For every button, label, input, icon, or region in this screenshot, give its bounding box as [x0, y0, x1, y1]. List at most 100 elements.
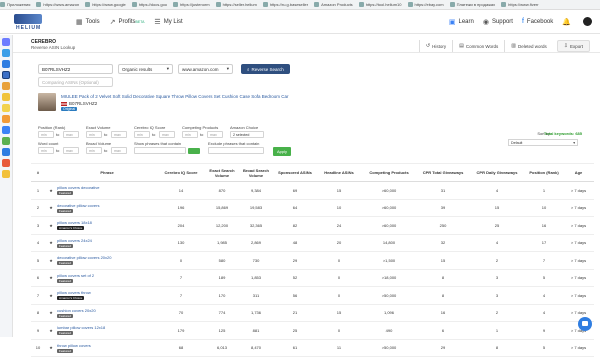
star-icon[interactable]: ★ [45, 339, 57, 357]
phrase-link[interactable]: decorative pillow covers 20x20 [57, 255, 157, 260]
cell-headline: 0 [317, 287, 361, 305]
results-type-select[interactable]: Organic results▾ [118, 64, 173, 74]
column-header[interactable]: # [31, 164, 45, 182]
nav-support[interactable]: ◉Support [483, 18, 513, 26]
column-header[interactable] [45, 164, 57, 182]
sidebar-cerebro-icon[interactable] [2, 71, 10, 79]
phrase-link[interactable]: pillow covers 24x24 [57, 238, 157, 243]
sidebar-scribbles-icon[interactable] [2, 104, 10, 112]
column-header[interactable]: Competing Products [361, 164, 417, 182]
sidebar-index-checker-icon[interactable] [2, 115, 10, 123]
notifications-bell[interactable]: 🔔 [562, 18, 574, 26]
user-avatar[interactable] [583, 17, 592, 26]
deleted-words-button[interactable]: ▥Deleted words [504, 40, 553, 52]
compare-asins-input[interactable]: Comparing ASINs (Optional) [38, 77, 113, 87]
competing-max-input[interactable]: max [207, 131, 223, 138]
star-icon[interactable]: ★ [45, 304, 57, 322]
column-header[interactable]: Headline ASINs [317, 164, 361, 182]
export-button[interactable]: ⇩Export [557, 40, 590, 52]
phrase-link[interactable]: pillow covers throw [57, 290, 157, 295]
chat-support-button[interactable] [578, 317, 592, 331]
sidebar-profits-icon[interactable] [2, 170, 10, 178]
exact-min-input[interactable]: min [86, 131, 102, 138]
column-header[interactable]: Position (Rank) [525, 164, 563, 182]
star-icon[interactable]: ★ [45, 269, 57, 287]
wordcount-min-input[interactable]: min [38, 147, 54, 154]
bookmark-item[interactable]: https://www.fiverr [501, 2, 538, 7]
bookmark-item[interactable]: https://ebay.com [408, 2, 444, 7]
asin-input[interactable]: B07RLSVHZ2 [38, 64, 113, 74]
star-icon[interactable]: ★ [45, 234, 57, 252]
star-icon[interactable]: ★ [45, 182, 57, 200]
phrase-link[interactable]: decorative pillow covers [57, 203, 157, 208]
marketplace-select[interactable]: www.amazon.com▾ [178, 64, 233, 74]
wordcount-max-input[interactable]: max [63, 147, 79, 154]
iq-max-input[interactable]: max [159, 131, 175, 138]
phrase-link[interactable]: pillow covers decorative [57, 185, 157, 190]
bookmark-item[interactable]: https://ru.g.baseseller [263, 2, 308, 7]
nav-tools[interactable]: ▦Tools [76, 18, 100, 26]
bookmark-item[interactable]: https://tool.helium10 [359, 2, 402, 7]
position-min-input[interactable]: min [38, 131, 54, 138]
column-header[interactable]: Exact Search Volume [205, 164, 239, 182]
position-max-input[interactable]: max [63, 131, 79, 138]
phrase-link[interactable]: throw pillow covers [57, 343, 157, 348]
sidebar-alerts-icon[interactable] [2, 159, 10, 167]
cell-broad: 881 [239, 322, 273, 340]
broad-min-input[interactable]: min [86, 147, 102, 154]
bookmark-item[interactable]: Платежи в продажах [450, 2, 496, 7]
column-header[interactable]: Broad Search Volume [239, 164, 273, 182]
sidebar-refund-icon[interactable] [2, 148, 10, 156]
nav-facebook[interactable]: fFacebook [522, 18, 553, 25]
broad-max-input[interactable]: max [111, 147, 127, 154]
sidebar-inventory-icon[interactable] [2, 137, 10, 145]
history-button[interactable]: ↺History [419, 40, 452, 52]
exact-max-input[interactable]: max [111, 131, 127, 138]
sidebar-black-box-icon[interactable] [2, 38, 10, 46]
phrase-link[interactable]: pillow covers 18x18 [57, 220, 157, 225]
column-header[interactable]: CPR Total Giveaways [417, 164, 469, 182]
bookmark-item[interactable]: https://www.amazon [36, 2, 79, 7]
reverse-search-button[interactable]: ⌕Reverse Search [241, 64, 290, 74]
exclude-phrases-input[interactable] [208, 147, 264, 154]
iq-min-input[interactable]: min [134, 131, 150, 138]
amazon-choice-select[interactable]: 2 selected [230, 131, 264, 138]
bookmark-item[interactable]: Приложения [0, 2, 30, 7]
bookmark-item[interactable]: https://www.google [85, 2, 126, 7]
helium10-logo[interactable]: HELIUM [8, 13, 50, 31]
nav-learn[interactable]: ▣Learn [449, 18, 474, 26]
match-toggle[interactable] [188, 148, 200, 154]
sidebar-magnet-icon[interactable] [2, 60, 10, 68]
competing-min-input[interactable]: min [182, 131, 198, 138]
star-icon[interactable]: ★ [45, 217, 57, 235]
common-words-button[interactable]: ▤Common Words [452, 40, 504, 52]
phrase-link[interactable]: lumbar pillow covers 12x18 [57, 325, 157, 330]
phrase-link[interactable]: cushion covers 20x20 [57, 308, 157, 313]
sidebar-xray-icon[interactable] [2, 49, 10, 57]
sidebar-misspellinator-icon[interactable] [2, 82, 10, 90]
bookmark-item[interactable]: https://seller.helium [216, 2, 257, 7]
bookmark-item[interactable]: https://justenorm [173, 2, 210, 7]
star-icon[interactable]: ★ [45, 322, 57, 340]
sidebar-frankenstein-icon[interactable] [2, 93, 10, 101]
bookmark-item[interactable]: Amazon Products [314, 2, 353, 7]
cell-comp: >60,000 [361, 217, 417, 235]
sidebar-keyword-tracker-icon[interactable] [2, 126, 10, 134]
phrase-link[interactable]: pillow covers set of 2 [57, 273, 157, 278]
star-icon[interactable]: ★ [45, 287, 57, 305]
nav-my-list[interactable]: ☰My List [154, 18, 182, 26]
star-icon[interactable]: ★ [45, 199, 57, 217]
bookmark-item[interactable]: https://docs.goo [132, 2, 167, 7]
nav-profits[interactable]: ↗ProfitsBETA [110, 18, 145, 26]
sort-select[interactable]: Default▾ [508, 139, 578, 146]
column-header[interactable]: Cerebro IQ Score [157, 164, 205, 182]
column-header[interactable]: Sponsored ASINs [273, 164, 317, 182]
show-phrases-input[interactable] [134, 147, 186, 154]
chart-icon: ↗ [110, 18, 116, 26]
column-header[interactable]: Phrase [57, 164, 157, 182]
column-header[interactable]: CPR Daily Giveaways [469, 164, 525, 182]
apply-filters-button[interactable]: Apply [273, 147, 291, 156]
column-header[interactable]: Age [563, 164, 594, 182]
star-icon[interactable]: ★ [45, 252, 57, 270]
product-title-link[interactable]: MIULEE Pack of 2 Velvet Soft Solid Decor… [61, 94, 289, 99]
